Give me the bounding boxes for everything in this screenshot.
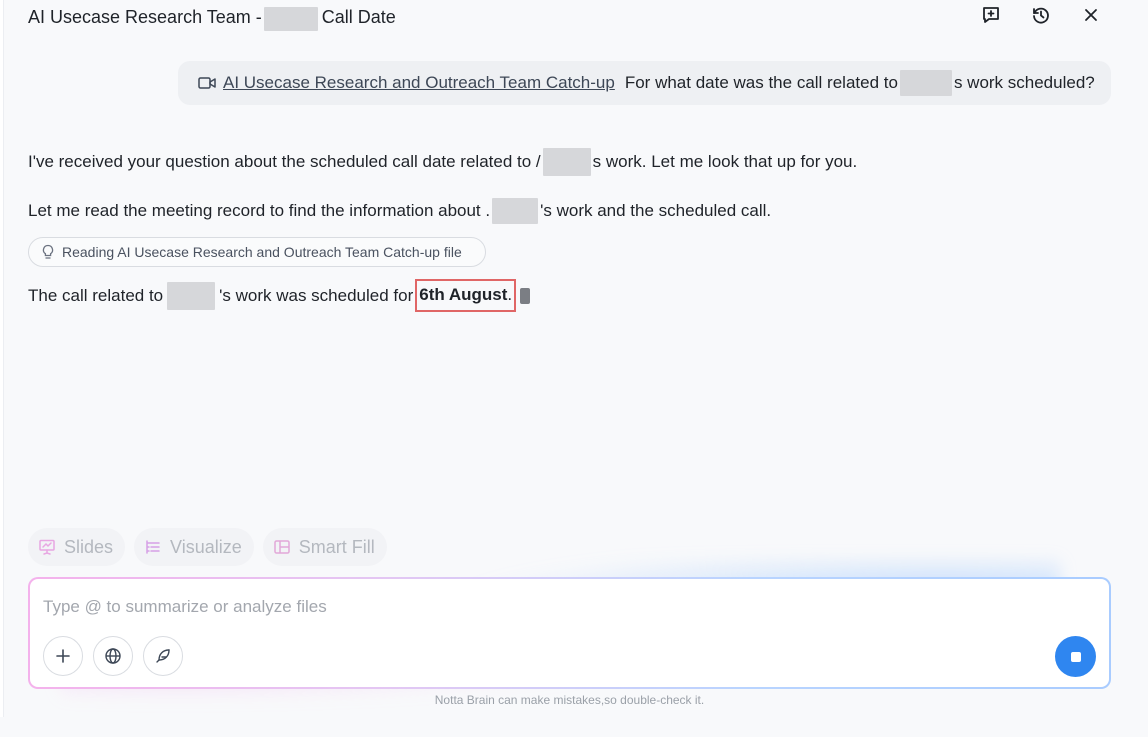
question-suffix: s work scheduled?: [953, 73, 1095, 92]
message-text: 's work was scheduled for: [219, 285, 414, 305]
close-button[interactable]: [1080, 4, 1102, 26]
chip-label: Visualize: [170, 536, 242, 557]
history-button[interactable]: [1030, 4, 1052, 26]
feather-icon: [156, 649, 170, 663]
visualize-icon: [146, 540, 160, 554]
globe-icon: [105, 648, 121, 664]
redacted-name: [899, 70, 952, 96]
typing-cursor: [520, 287, 531, 304]
chat-composer[interactable]: Type @ to summarize or analyze files: [28, 577, 1111, 689]
answer-date: 6th August: [419, 285, 508, 304]
redacted-name: [542, 148, 591, 176]
message-text: /: [535, 152, 541, 171]
user-message-bubble: AI Usecase Research and Outreach Team Ca…: [178, 61, 1111, 105]
title-prefix: AI Usecase Research Team -: [28, 6, 262, 27]
composer-input[interactable]: Type @ to summarize or analyze files: [43, 597, 327, 617]
reading-status-text: Reading AI Usecase Research and Outreach…: [62, 244, 462, 260]
stop-generating-button[interactable]: [1055, 636, 1096, 677]
header: AI Usecase Research Team - Call Date: [28, 0, 1128, 31]
chip-label: Smart Fill: [298, 536, 375, 557]
redacted-name: [492, 198, 539, 224]
page-title: AI Usecase Research Team - Call Date: [28, 5, 396, 31]
message-text: .: [485, 201, 491, 220]
assistant-answer: The call related to 's work was schedule…: [28, 279, 531, 312]
new-chat-button[interactable]: [980, 4, 1002, 26]
reading-status-pill[interactable]: Reading AI Usecase Research and Outreach…: [28, 237, 486, 267]
web-search-button[interactable]: [93, 636, 133, 676]
answer-date-highlight: 6th August.: [415, 279, 517, 312]
plus-icon: [56, 649, 70, 663]
message-text: Let me read the meeting record to find t…: [28, 201, 481, 220]
message-text: s work. Let me look that up for you.: [592, 152, 858, 171]
meeting-link[interactable]: AI Usecase Research and Outreach Team Ca…: [223, 73, 615, 93]
redacted-name: [263, 7, 318, 31]
disclaimer: Notta Brain can make mistakes,so double-…: [434, 693, 705, 707]
lightbulb-icon: [42, 244, 54, 259]
answer-period: .: [507, 285, 513, 304]
question-prefix: For what date was the call related to: [624, 73, 898, 92]
assistant-message-line: I've received your question about the sc…: [28, 148, 857, 176]
chip-label: Slides: [64, 536, 114, 557]
close-icon: [1085, 9, 1097, 21]
attach-button[interactable]: [43, 636, 83, 676]
message-text: The call related to: [28, 285, 164, 305]
video-icon: [198, 77, 216, 89]
stop-icon: [1070, 651, 1081, 662]
left-panel-edge: [0, 0, 4, 717]
history-icon: [1033, 7, 1049, 24]
redacted-name: [167, 281, 216, 310]
message-text: I've received your question about the sc…: [28, 152, 532, 171]
slides-icon: [39, 539, 55, 555]
message-text: 's work and the scheduled call.: [540, 201, 772, 220]
add-chat-icon: [983, 7, 999, 23]
smart-fill-icon: [274, 540, 290, 554]
assistant-message-line: Let me read the meeting record to find t…: [28, 198, 771, 224]
title-suffix: Call Date: [321, 6, 396, 27]
writing-style-button[interactable]: [143, 636, 183, 676]
